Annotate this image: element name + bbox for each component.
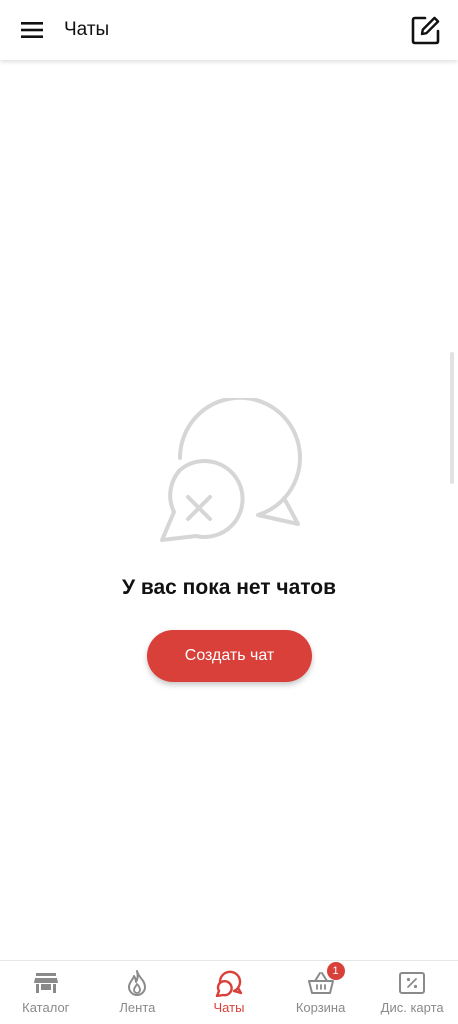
nav-item-cart[interactable]: Корзина 1 <box>275 961 367 1024</box>
top-app-bar: Чаты <box>0 0 458 60</box>
menu-button[interactable] <box>14 12 50 48</box>
chat-bubbles-icon <box>215 970 243 997</box>
nav-label-feed: Лента <box>119 1000 156 1015</box>
nav-item-chats[interactable]: Чаты <box>183 961 275 1024</box>
nav-item-feed[interactable]: Лента <box>92 961 184 1024</box>
new-chat-button[interactable] <box>408 12 444 48</box>
nav-item-catalog[interactable]: Каталог <box>0 961 92 1024</box>
page-title: Чаты <box>64 19 110 40</box>
no-chats-icon <box>160 398 302 542</box>
nav-label-discount-card: Дис. карта <box>380 1000 444 1015</box>
nav-label-catalog: Каталог <box>22 1000 70 1015</box>
nav-item-discount-card[interactable]: Дис. карта <box>366 961 458 1024</box>
compose-icon <box>411 16 440 45</box>
flame-icon <box>128 970 147 996</box>
nav-label-chats: Чаты <box>213 1000 245 1015</box>
discount-card-icon <box>399 972 426 994</box>
bottom-navigation: Каталог Лента Чаты Корзина 1 Дис. карта <box>0 960 458 1024</box>
scrollbar[interactable] <box>450 352 454 484</box>
store-icon <box>33 973 58 993</box>
app-screen: Чаты У вас пока нет чатов Создать чат Ка… <box>0 0 458 1024</box>
create-chat-button[interactable]: Создать чат <box>147 630 312 682</box>
hamburger-menu-icon <box>21 22 43 38</box>
nav-label-cart: Корзина <box>295 1000 346 1015</box>
empty-state-title: У вас пока нет чатов <box>121 576 337 599</box>
cart-count-badge: 1 <box>326 962 345 980</box>
